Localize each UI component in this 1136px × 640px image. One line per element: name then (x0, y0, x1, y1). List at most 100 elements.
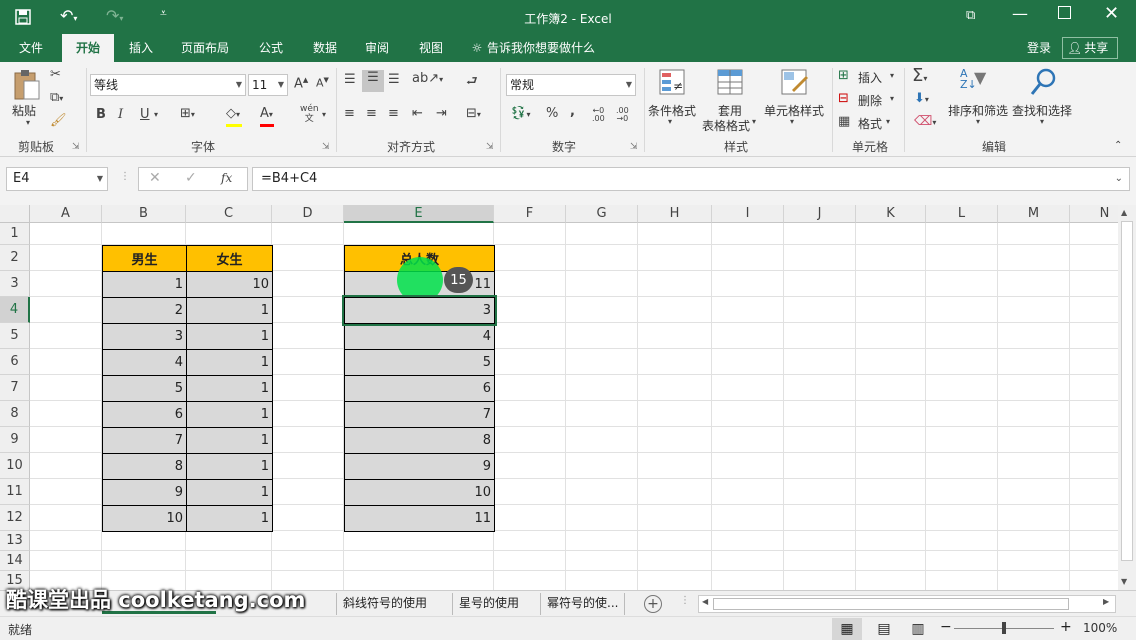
cell-b6[interactable]: 4 (102, 349, 187, 376)
name-box[interactable]: E4 ▼ (6, 167, 108, 191)
font-launcher-icon[interactable]: ⇲ (322, 142, 330, 152)
close-icon[interactable]: ✕ (1104, 3, 1119, 24)
column-header-e[interactable]: E (344, 205, 494, 223)
column-header-j[interactable]: J (784, 205, 856, 223)
cell-b9[interactable]: 7 (102, 427, 187, 454)
tab-split-dots-icon[interactable]: ⋮ (680, 595, 690, 606)
row-header-8[interactable]: 8 (0, 401, 30, 427)
format-painter-icon[interactable]: 🖌︎ (50, 113, 67, 128)
scroll-right-icon[interactable]: ▶ (1103, 597, 1109, 606)
save-icon[interactable] (14, 8, 32, 26)
underline-button[interactable]: U (140, 107, 150, 122)
find-select-dropdown-icon[interactable]: ▾ (1040, 117, 1044, 126)
tab-view[interactable]: 视图 (408, 34, 454, 62)
decrease-indent-icon[interactable]: ⇤ (412, 106, 423, 121)
format-cells-icon[interactable]: ▦ (838, 114, 850, 129)
cell-b2-male-header[interactable]: 男生 (102, 245, 187, 272)
cell-c4[interactable]: 1 (186, 297, 273, 324)
cell-c3[interactable]: 10 (186, 271, 273, 298)
page-layout-view-icon[interactable]: ▤ (870, 618, 898, 640)
cell-c6[interactable]: 1 (186, 349, 273, 376)
comma-button[interactable]: , (570, 104, 575, 119)
row-header-9[interactable]: 9 (0, 427, 30, 453)
cell-e5[interactable]: 4 (344, 323, 495, 350)
tab-home[interactable]: 开始 (62, 34, 114, 62)
cell-b5[interactable]: 3 (102, 323, 187, 350)
cell-c5[interactable]: 1 (186, 323, 273, 350)
tab-page-layout[interactable]: 页面布局 (172, 34, 238, 62)
align-middle-icon[interactable]: ☰ (362, 70, 384, 92)
align-bottom-icon[interactable]: ☰ (388, 72, 400, 87)
percent-button[interactable]: % (546, 106, 558, 121)
cell-b7[interactable]: 5 (102, 375, 187, 402)
cell-c11[interactable]: 1 (186, 479, 273, 506)
row-header-4[interactable]: 4 (0, 297, 30, 323)
autosum-icon[interactable]: Σ▾ (912, 65, 927, 86)
decrease-font-icon[interactable]: A▼ (316, 76, 329, 90)
normal-view-icon[interactable]: ▦ (832, 618, 862, 640)
cell-e8[interactable]: 7 (344, 401, 495, 428)
tab-review[interactable]: 审阅 (354, 34, 400, 62)
paste-dropdown-icon[interactable]: ▾ (26, 118, 30, 127)
column-header-d[interactable]: D (272, 205, 344, 223)
font-size-combo[interactable]: 11 ▼ (248, 74, 288, 96)
column-header-b[interactable]: B (102, 205, 186, 223)
column-header-k[interactable]: K (856, 205, 926, 223)
borders-icon[interactable]: ⊞▾ (180, 106, 195, 121)
share-button[interactable]: 👤︎ 共享 (1062, 37, 1118, 59)
table-format-label-2[interactable]: 表格格式 (702, 117, 750, 134)
zoom-in-icon[interactable]: + (1060, 619, 1072, 635)
find-select-icon[interactable] (1028, 66, 1058, 98)
sheet-tab-power[interactable]: 幂符号的使... (540, 593, 626, 615)
cell-e9[interactable]: 8 (344, 427, 495, 454)
row-header-1[interactable]: 1 (0, 223, 30, 245)
zoom-slider-thumb[interactable] (1002, 622, 1006, 634)
cell-c10[interactable]: 1 (186, 453, 273, 480)
sign-in-link[interactable]: 登录 (1022, 34, 1056, 62)
tab-file[interactable]: 文件 (8, 34, 54, 62)
column-header-h[interactable]: H (638, 205, 712, 223)
clear-icon[interactable]: ⌫▾ (914, 114, 936, 129)
decrease-decimal-icon[interactable]: .00 →0 (616, 107, 629, 123)
align-center-icon[interactable]: ≡ (366, 106, 377, 121)
horizontal-scrollbar[interactable]: ◀ ▶ (698, 595, 1116, 613)
sort-filter-dropdown-icon[interactable]: ▾ (976, 117, 980, 126)
cell-e10[interactable]: 9 (344, 453, 495, 480)
increase-decimal-icon[interactable]: ←0.00 (592, 107, 605, 123)
phonetic-icon[interactable]: wén 文 (300, 104, 319, 124)
alignment-launcher-icon[interactable]: ⇲ (486, 142, 494, 152)
column-header-l[interactable]: L (926, 205, 998, 223)
cell-b4[interactable]: 2 (102, 297, 187, 324)
vertical-scrollbar[interactable]: ▲ ▼ (1118, 205, 1136, 590)
cell-c9[interactable]: 1 (186, 427, 273, 454)
scroll-left-icon[interactable]: ◀ (702, 597, 708, 606)
cell-b3[interactable]: 1 (102, 271, 187, 298)
collapse-ribbon-icon[interactable]: ⌃ (1114, 140, 1122, 151)
select-all-corner[interactable] (0, 205, 30, 223)
table-format-dropdown-icon[interactable]: ▾ (752, 117, 756, 126)
cell-b8[interactable]: 6 (102, 401, 187, 428)
font-name-combo[interactable]: 等线 ▼ (90, 74, 246, 96)
row-header-10[interactable]: 10 (0, 453, 30, 479)
zoom-level[interactable]: 100% (1083, 621, 1117, 635)
cell-c12[interactable]: 1 (186, 505, 273, 532)
currency-icon[interactable]: 💱︎▾ (510, 106, 531, 121)
italic-button[interactable]: I (118, 107, 123, 122)
fill-color-icon[interactable]: ◇▾ (226, 106, 242, 127)
insert-cells-label[interactable]: 插入 (858, 69, 882, 86)
customize-qat-icon[interactable]: ⩡ (160, 6, 167, 21)
insert-dropdown-icon[interactable]: ▾ (890, 71, 894, 80)
number-format-combo[interactable]: 常规 ▼ (506, 74, 636, 96)
insert-function-button[interactable]: fx (221, 171, 232, 185)
cell-c8[interactable]: 1 (186, 401, 273, 428)
row-header-14[interactable]: 14 (0, 551, 30, 571)
table-format-icon[interactable] (716, 68, 746, 98)
align-left-icon[interactable]: ≡ (344, 106, 355, 121)
column-header-i[interactable]: I (712, 205, 784, 223)
delete-dropdown-icon[interactable]: ▾ (890, 94, 894, 103)
fill-icon[interactable]: ⬇▾ (914, 91, 929, 106)
scroll-thumb[interactable] (1121, 221, 1133, 561)
column-header-n[interactable]: N (1070, 205, 1118, 223)
column-header-a[interactable]: A (30, 205, 102, 223)
tab-formulas[interactable]: 公式 (248, 34, 294, 62)
